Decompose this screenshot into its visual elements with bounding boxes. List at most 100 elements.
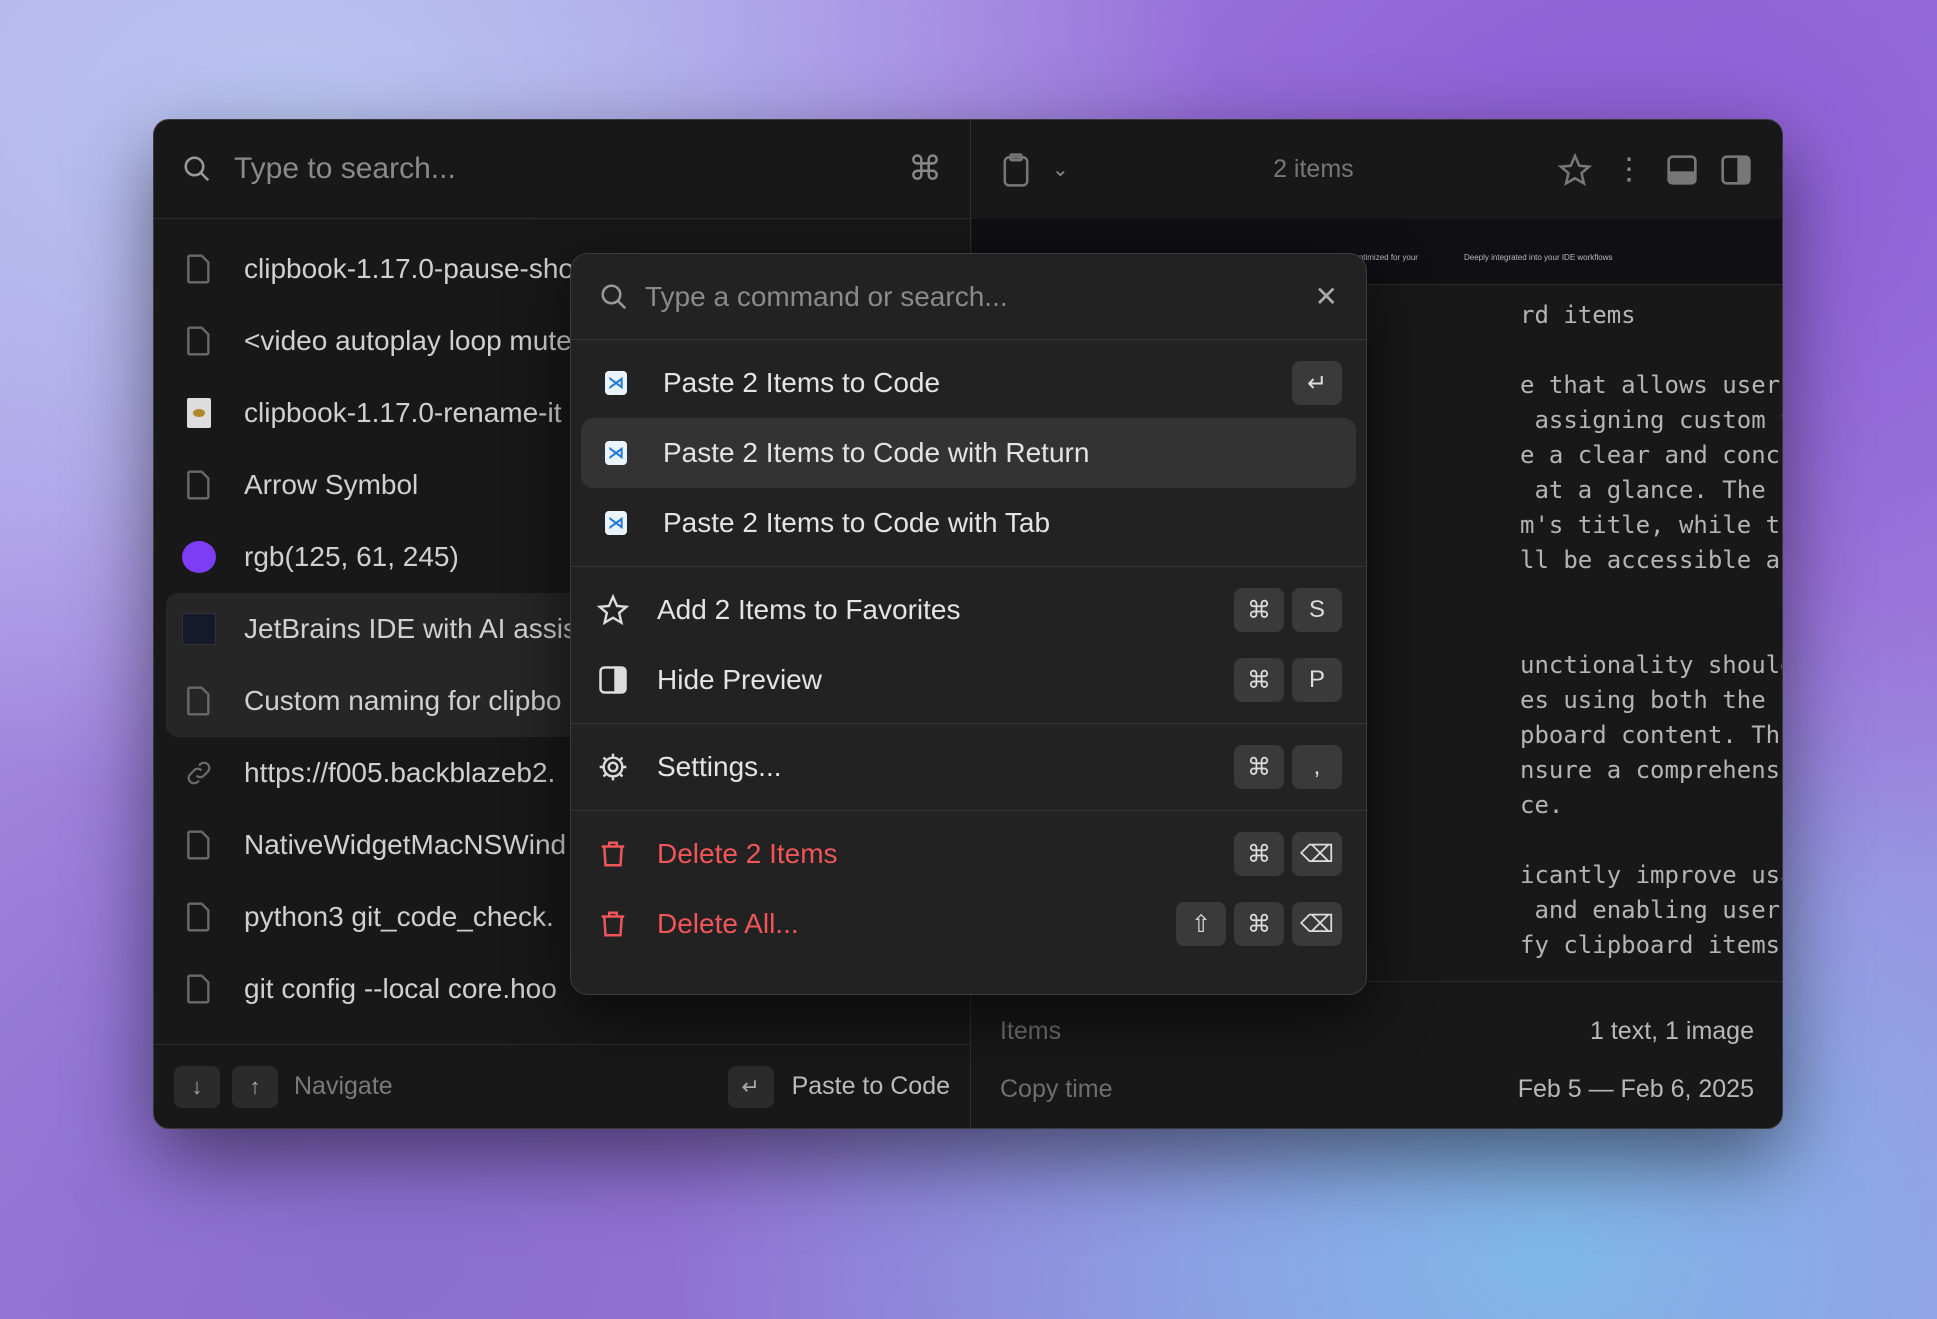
preview-line (1520, 823, 1782, 858)
shortcut-key: S (1292, 588, 1342, 632)
command-item[interactable]: Add 2 Items to Favorites ⌘ S (581, 575, 1356, 645)
search-icon (182, 154, 212, 184)
command-item[interactable]: Delete 2 Items ⌘ ⌫ (581, 819, 1356, 889)
preview-line: e that allows users to (1520, 371, 1782, 399)
shortcut-key: ⌘ (1234, 745, 1284, 789)
shortcut-keys: ⌘ P (1234, 658, 1342, 702)
search-icon (599, 282, 629, 312)
paste-to-code-button[interactable]: Paste to Code (792, 1072, 950, 1101)
preview-line: ll be accessible as it is (1520, 546, 1782, 574)
list-item-label: git config --local core.hoo (244, 973, 557, 1004)
preview-line: rd items (1520, 301, 1636, 329)
star-icon (595, 594, 631, 626)
document-icon (182, 252, 216, 286)
chevron-down-icon[interactable]: ⌄ (1052, 157, 1069, 182)
side-panel-layout-icon[interactable] (1720, 154, 1752, 186)
shortcut-key: , (1292, 745, 1342, 789)
command-label: Paste 2 Items to Code with Tab (663, 507, 1051, 538)
command-palette: ✕ ⋊ Paste 2 Items to Code ↵ ⋊ Paste 2 Items … (570, 253, 1367, 995)
preview-line: icantly improve usability (1520, 861, 1782, 889)
meta-row: Items 1 text, 1 image (1000, 1002, 1754, 1060)
command-label: Paste 2 Items to Code with Return (663, 437, 1090, 468)
command-label: Settings... (657, 751, 782, 782)
meta-row: Copy time Feb 5 — Feb 6, 2025 (1000, 1060, 1754, 1118)
preview-line: ce. (1520, 791, 1564, 819)
clipboard-icon[interactable] (1002, 152, 1030, 187)
bottom-panel-layout-icon[interactable] (1666, 154, 1698, 186)
shortcut-keys: ⌘, (1234, 745, 1342, 789)
preview-line: pboard content. This dual- (1520, 721, 1782, 749)
link-icon (182, 756, 216, 790)
preview-line: m's title, while the full (1520, 511, 1782, 539)
shortcut-key: ⌘ (1234, 902, 1284, 946)
command-section: ⋊ Paste 2 Items to Code ↵ ⋊ Paste 2 Items to… (571, 340, 1366, 567)
command-item[interactable]: ⋊ Paste 2 Items to Code with Tab (581, 488, 1356, 558)
command-item[interactable]: ⋊ Paste 2 Items to Code with Return (581, 418, 1356, 488)
list-item-label: JetBrains IDE with AI assis (244, 613, 578, 644)
command-label: Delete All... (657, 908, 799, 939)
list-item-label: rgb(125, 61, 245) (244, 541, 459, 572)
command-icon[interactable]: ⌘ (908, 149, 942, 189)
vscode-icon: ⋊ (605, 441, 627, 465)
sidebar-icon (595, 665, 631, 695)
shortcut-keys: ⌘ S (1234, 588, 1342, 632)
shortcut-keys: ⇧ ⌘ ⌫ (1176, 902, 1342, 946)
preview-metadata: Items 1 text, 1 image Copy time Feb 5 — Fe… (972, 981, 1782, 1118)
text-preview: rd items e that allows users to assigning… (1520, 298, 1783, 963)
shortcut-key: ⌘ (1234, 658, 1284, 702)
command-label: Delete 2 Items (657, 838, 838, 869)
command-search-input[interactable] (645, 280, 1299, 313)
item-count: 2 items (1273, 155, 1354, 183)
shortcut-key: ⌘ (1234, 832, 1284, 876)
preview-line: fy clipboard items. (1520, 931, 1783, 959)
trash-icon (595, 908, 631, 940)
document-icon (182, 828, 216, 862)
document-icon (182, 468, 216, 502)
meta-value: 1 text, 1 image (1590, 1016, 1754, 1045)
command-item[interactable]: Settings... ⌘, (581, 732, 1356, 802)
search-input[interactable] (234, 152, 886, 186)
preview-line: e a clear and concise way (1520, 441, 1782, 469)
more-options-icon[interactable]: ⋮ (1614, 152, 1644, 187)
shortcut-key: ⌘ (1234, 588, 1284, 632)
list-item-label: clipbook-1.17.0-rename-it (244, 397, 562, 428)
star-icon[interactable] (1558, 152, 1592, 187)
command-search-bar: ✕ (571, 254, 1366, 340)
command-label: Hide Preview (657, 664, 822, 695)
command-list: ⋊ Paste 2 Items to Code ↵ ⋊ Paste 2 Items to… (571, 340, 1366, 967)
preview-line: unctionality should be (1520, 651, 1782, 679)
preview-line: nsure a comprehensive and (1520, 756, 1782, 784)
close-icon[interactable]: ✕ (1315, 280, 1338, 313)
command-item[interactable]: Hide Preview ⌘ P (581, 645, 1356, 715)
video-file-icon (182, 396, 216, 430)
shortcut-key: ↵ (1292, 361, 1342, 405)
vscode-icon: ⋊ (605, 511, 627, 535)
arrow-up-key-icon: ↑ (232, 1065, 278, 1108)
shortcut-keys: ⌘ ⌫ (1234, 832, 1342, 876)
command-item[interactable]: Delete All... ⇧ ⌘ ⌫ (581, 889, 1356, 959)
shortcut-key: ⌫ (1292, 832, 1342, 876)
command-label: Add 2 Items to Favorites (657, 594, 961, 625)
document-icon (182, 324, 216, 358)
shortcut-key: ⌫ (1292, 902, 1342, 946)
command-label: Paste 2 Items to Code (663, 367, 941, 398)
list-item-label: Arrow Symbol (244, 469, 419, 500)
arrow-down-key-icon: ↓ (174, 1065, 220, 1108)
document-icon (182, 972, 216, 1006)
preview-line: es using both the custom (1520, 686, 1782, 714)
preview-line: assigning custom titles. (1534, 406, 1782, 434)
command-item[interactable]: ⋊ Paste 2 Items to Code ↵ (581, 348, 1356, 418)
vscode-icon: ⋊ (605, 371, 627, 395)
list-item-label: clipbook-1.17.0-pause-sho (244, 253, 574, 284)
list-item-label: NativeWidgetMacNSWind (244, 829, 567, 860)
preview-line: and enabling users to (1534, 896, 1782, 924)
preview-line (1520, 333, 1782, 368)
footer-bar: ↓ ↑ Navigate ↵ Paste to Code (154, 1044, 970, 1128)
document-icon (182, 684, 216, 718)
document-icon (182, 900, 216, 934)
preview-line: at a glance. The custom (1534, 476, 1782, 504)
command-section: Delete 2 Items ⌘ ⌫ Delete All... ⇧ ⌘ ⌫ (571, 811, 1366, 967)
gear-icon (595, 751, 631, 783)
preview-line (1520, 578, 1782, 613)
shortcut-key: ⇧ (1176, 902, 1226, 946)
